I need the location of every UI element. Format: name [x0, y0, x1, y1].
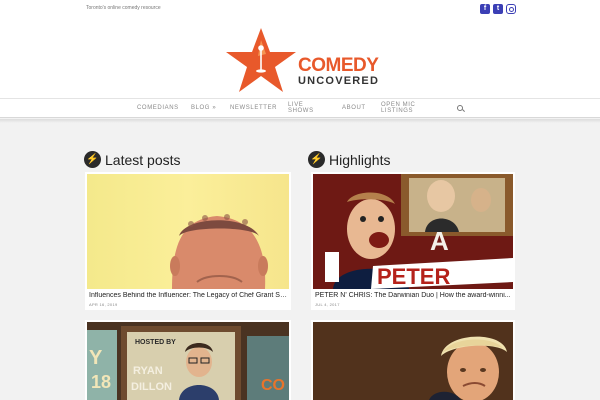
site-header: COMEDY UNCOVERED [0, 20, 600, 99]
nav-item-live-shows[interactable]: LIVE SHOWS [288, 102, 316, 114]
post-title[interactable]: PETER N' CHRIS: The Darwinian Duo | How … [315, 292, 511, 299]
post-card[interactable]: Influences Behind the Influencer: The Le… [85, 172, 291, 310]
lightning-icon: ⚡ [84, 151, 101, 168]
nav-item-open-mic-listings[interactable]: OPEN MIC LISTINGS [381, 102, 425, 114]
star-logo-icon [226, 28, 296, 92]
logo-line-uncovered: UNCOVERED [298, 75, 380, 87]
top-bar: Toronto's online comedy resource f t [0, 0, 600, 20]
trump-sketch-photo [313, 322, 513, 400]
highlights-heading: ⚡ Highlights [308, 151, 390, 168]
thumb-text-hosted-by: HOSTED BY [135, 339, 176, 346]
nav-item-blog[interactable]: BLOG » [191, 105, 216, 111]
peter-n-chris-poster: A PETER [313, 174, 513, 289]
post-title[interactable]: Influences Behind the Influencer: The Le… [89, 292, 289, 299]
post-thumbnail[interactable] [313, 322, 513, 400]
post-thumbnail[interactable]: Y 18 HOSTED BY RYAN DILLON CO [87, 322, 289, 400]
site-tagline: Toronto's online comedy resource [86, 5, 161, 11]
post-date: APR 16, 2019 [89, 302, 118, 307]
post-card[interactable] [311, 320, 515, 400]
logo-wordmark: COMEDY UNCOVERED [298, 56, 379, 88]
social-links: f t [480, 4, 516, 14]
thumb-text-dillon: DILLON [131, 381, 172, 393]
instagram-icon[interactable] [506, 4, 516, 14]
thumb-text-y: Y [89, 347, 103, 369]
logo-line-comedy: COMEDY [298, 55, 379, 76]
post-card[interactable]: A PETER PETER N' CHRIS: The Darwinian Du… [311, 172, 515, 310]
thumb-text-ryan: RYAN [133, 365, 163, 377]
latest-posts-heading: ⚡ Latest posts [84, 151, 181, 168]
thumb-text-peter: PETER [377, 264, 450, 289]
post-thumbnail[interactable]: A PETER [313, 174, 513, 289]
nav-item-newsletter[interactable]: NEWSLETTER [230, 105, 277, 111]
facebook-icon[interactable]: f [480, 4, 490, 14]
nav-shadow [0, 119, 600, 123]
search-icon[interactable] [457, 105, 463, 111]
nav-item-comedians[interactable]: COMEDIANS [137, 105, 179, 111]
post-card[interactable]: Y 18 HOSTED BY RYAN DILLON CO [85, 320, 291, 400]
thumb-text-18: 18 [91, 372, 111, 392]
post-date: JUL 4, 2017 [315, 302, 340, 307]
lightning-icon: ⚡ [308, 151, 325, 168]
thumb-text-a: A [430, 226, 449, 256]
post-thumbnail[interactable] [87, 174, 289, 289]
comedy-show-poster: Y 18 HOSTED BY RYAN DILLON CO [87, 322, 289, 400]
main-nav: COMEDIANS BLOG » NEWSLETTER LIVE SHOWS A… [0, 99, 600, 118]
twitter-icon[interactable]: t [493, 4, 503, 14]
nav-item-about[interactable]: ABOUT [342, 105, 366, 111]
site-logo[interactable]: COMEDY UNCOVERED [224, 26, 384, 96]
chef-photo [170, 214, 268, 289]
thumb-text-co: CO [261, 377, 285, 394]
